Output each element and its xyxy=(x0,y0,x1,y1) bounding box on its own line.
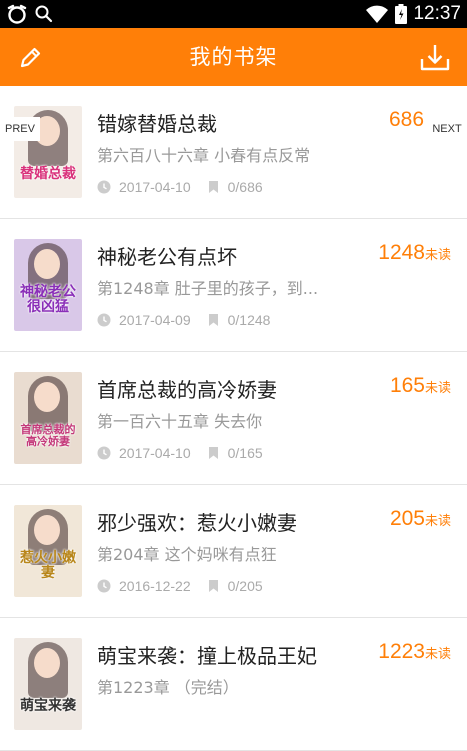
unread-number: 1248 xyxy=(378,241,425,264)
book-cover: 神秘老公很凶猛 xyxy=(14,239,82,331)
cover-title-art: 神秘老公很凶猛 xyxy=(20,284,76,315)
prev-button[interactable]: PREV xyxy=(0,117,40,141)
cover-face-art xyxy=(34,515,60,545)
book-title: 首席总裁的高冷娇妻 xyxy=(97,378,277,402)
app-bar: 我的书架 xyxy=(0,28,467,86)
book-progress: 0/205 xyxy=(227,578,263,594)
bookmark-icon xyxy=(208,314,218,326)
status-bar: 12:37 xyxy=(0,0,467,28)
cover-face-art xyxy=(34,382,60,412)
unread-number: 1223 xyxy=(378,640,425,663)
next-button[interactable]: NEXT xyxy=(427,117,467,141)
cover-face-art xyxy=(34,648,60,678)
cover-title-art: 萌宝来袭 xyxy=(20,698,76,714)
book-chapter: 第1248章 肚子里的孩子，到... xyxy=(97,279,319,298)
bookmark-icon xyxy=(208,580,218,592)
unread-unit: 未读 xyxy=(424,381,451,396)
book-item[interactable]: 萌宝来袭 萌宝来袭：撞上极品王妃 第1223章 （完结） 1223未读 xyxy=(0,618,467,751)
download-icon xyxy=(420,45,450,71)
unread-unit: 未读 xyxy=(424,647,451,662)
book-item[interactable]: 惹火小嫩妻 邪少强欢：惹火小嫩妻 第204章 这个妈咪有点狂 2016-12-2… xyxy=(0,485,467,618)
book-meta: 2017-04-10 0/165 xyxy=(97,444,263,462)
unread-number: 205 xyxy=(389,507,425,530)
book-chapter: 第1223章 （完结） xyxy=(97,678,239,697)
book-progress: 0/686 xyxy=(227,179,263,195)
unread-count: 686 xyxy=(389,108,431,132)
unread-number: 686 xyxy=(389,108,425,131)
clock-icon xyxy=(97,180,111,194)
unread-number: 165 xyxy=(389,374,425,397)
bookmark-icon xyxy=(208,447,218,459)
cover-title-art: 首席总裁的高冷娇妻 xyxy=(20,423,76,448)
unread-count: 1223未读 xyxy=(378,640,451,664)
book-date: 2017-04-10 xyxy=(119,445,191,461)
book-meta: 2017-04-09 0/1248 xyxy=(97,311,270,329)
book-date: 2017-04-09 xyxy=(119,312,191,328)
search-icon xyxy=(35,5,53,23)
book-item[interactable]: 神秘老公很凶猛 神秘老公有点坏 第1248章 肚子里的孩子，到... 2017-… xyxy=(0,219,467,352)
book-title: 萌宝来袭：撞上极品王妃 xyxy=(97,644,317,668)
book-cover: 萌宝来袭 xyxy=(14,638,82,730)
book-date: 2017-04-10 xyxy=(119,179,191,195)
cover-title-art: 替婚总裁 xyxy=(20,166,76,182)
book-title: 神秘老公有点坏 xyxy=(97,245,237,269)
book-cover: 首席总裁的高冷娇妻 xyxy=(14,372,82,464)
book-progress: 0/165 xyxy=(227,445,263,461)
book-chapter: 第六百八十六章 小春有点反常 xyxy=(97,146,311,165)
cover-face-art xyxy=(34,249,60,279)
clock-icon xyxy=(97,446,111,460)
unread-unit: 未读 xyxy=(424,514,451,529)
book-meta: 2017-04-10 0/686 xyxy=(97,178,263,196)
book-item[interactable]: 首席总裁的高冷娇妻 首席总裁的高冷娇妻 第一百六十五章 失去你 2017-04-… xyxy=(0,352,467,485)
wifi-icon xyxy=(366,5,389,23)
battery-icon xyxy=(395,4,408,24)
book-date: 2016-12-22 xyxy=(119,578,191,594)
book-item[interactable]: 替婚总裁 错嫁替婚总裁 第六百八十六章 小春有点反常 2017-04-10 0/… xyxy=(0,86,467,219)
bookshelf-list: 替婚总裁 错嫁替婚总裁 第六百八十六章 小春有点反常 2017-04-10 0/… xyxy=(0,86,467,751)
status-left xyxy=(6,2,54,26)
cover-title-art: 惹火小嫩妻 xyxy=(20,550,76,581)
book-meta: 2016-12-22 0/205 xyxy=(97,577,263,595)
book-chapter: 第204章 这个妈咪有点狂 xyxy=(97,545,277,564)
unread-unit: 未读 xyxy=(424,248,451,263)
book-chapter: 第一百六十五章 失去你 xyxy=(97,412,263,431)
unread-count: 1248未读 xyxy=(378,241,451,265)
notification-icon xyxy=(7,4,27,24)
page-title: 我的书架 xyxy=(189,45,278,69)
clock-icon xyxy=(97,579,111,593)
status-right: 12:37 xyxy=(365,2,461,26)
unread-count: 205未读 xyxy=(390,507,451,531)
clock-icon xyxy=(97,313,111,327)
unread-count: 165未读 xyxy=(390,374,451,398)
book-title: 错嫁替婚总裁 xyxy=(97,112,217,136)
bookmark-icon xyxy=(208,181,218,193)
book-cover: 惹火小嫩妻 xyxy=(14,505,82,597)
book-title: 邪少强欢：惹火小嫩妻 xyxy=(97,511,297,535)
status-time: 12:37 xyxy=(413,3,461,24)
book-progress: 0/1248 xyxy=(227,312,271,328)
download-button[interactable] xyxy=(419,42,451,74)
